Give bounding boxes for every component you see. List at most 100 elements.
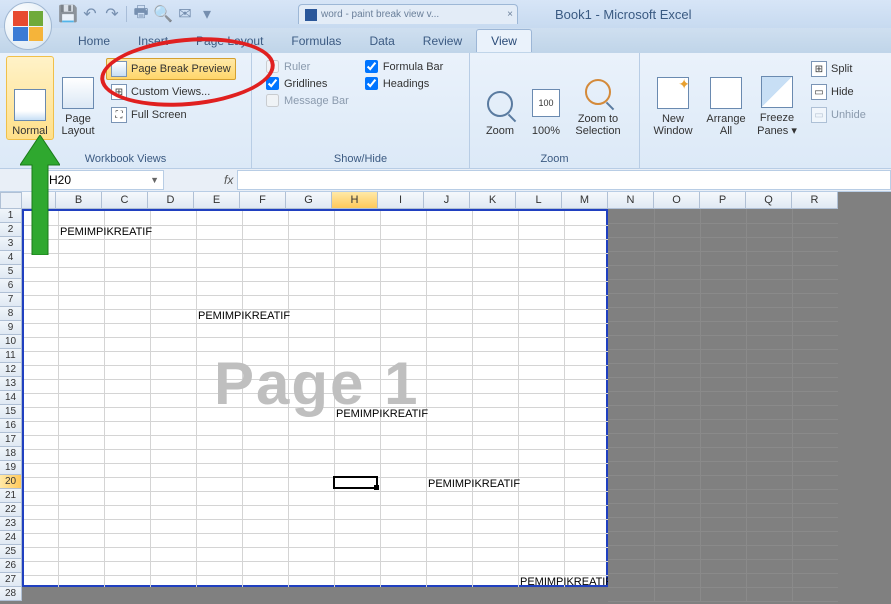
row-header-25[interactable]: 25 (0, 545, 22, 559)
grid-area[interactable]: Page 1PEMIMPIKREATIFPEMIMPIKREATIFPEMIMP… (22, 209, 838, 601)
active-cell[interactable] (333, 476, 378, 489)
row-header-9[interactable]: 9 (0, 321, 22, 335)
row-header-13[interactable]: 13 (0, 377, 22, 391)
row-headers: 1234567891011121314151617181920212223242… (0, 209, 22, 601)
qat-mail-icon[interactable]: ✉ (175, 4, 195, 24)
row-header-24[interactable]: 24 (0, 531, 22, 545)
tab-insert[interactable]: Insert (124, 30, 182, 52)
office-button[interactable] (4, 2, 52, 50)
col-header-D[interactable]: D (148, 192, 194, 209)
row-header-12[interactable]: 12 (0, 363, 22, 377)
zoom-to-selection-button[interactable]: Zoom to Selection (568, 56, 628, 140)
row-header-2[interactable]: 2 (0, 223, 22, 237)
custom-views-button[interactable]: ⊞ Custom Views... (106, 81, 236, 103)
col-header-C[interactable]: C (102, 192, 148, 209)
col-header-N[interactable]: N (608, 192, 654, 209)
qat-undo-icon[interactable]: ↶ (80, 4, 100, 24)
tab-page-layout[interactable]: Page Layout (182, 30, 277, 52)
page-break-preview-button[interactable]: Page Break Preview (106, 58, 236, 80)
formula-bar-checkbox[interactable]: Formula Bar (365, 60, 444, 73)
qat-preview-icon[interactable]: 🔍 (153, 4, 173, 24)
col-header-Q[interactable]: Q (746, 192, 792, 209)
col-header-H[interactable]: H (332, 192, 378, 209)
col-header-F[interactable]: F (240, 192, 286, 209)
row-header-28[interactable]: 28 (0, 587, 22, 601)
col-header-B[interactable]: B (56, 192, 102, 209)
qat-dropdown-icon[interactable]: ▾ (197, 4, 217, 24)
freeze-panes-icon (761, 76, 793, 108)
hide-button[interactable]: ▭Hide (806, 81, 871, 103)
cell-H15[interactable]: PEMIMPIKREATIF (336, 408, 428, 420)
close-icon[interactable]: × (507, 9, 513, 20)
col-header-J[interactable]: J (424, 192, 470, 209)
col-header-L[interactable]: L (516, 192, 562, 209)
fx-icon[interactable]: fx (224, 173, 233, 187)
zoom-sel-label: Zoom to Selection (573, 113, 623, 137)
split-icon: ⊞ (811, 61, 827, 77)
full-screen-button[interactable]: ⛶ Full Screen (106, 104, 236, 126)
background-tab-label: word - paint break view v... (321, 9, 439, 20)
split-button[interactable]: ⊞Split (806, 58, 871, 80)
row-header-26[interactable]: 26 (0, 559, 22, 573)
row-header-22[interactable]: 22 (0, 503, 22, 517)
select-all-corner[interactable] (0, 192, 22, 209)
qat-print-icon[interactable]: 🖶 (131, 4, 151, 24)
headings-checkbox[interactable]: Headings (365, 77, 444, 90)
ribbon: Normal Page Layout Page Break Preview ⊞ … (0, 52, 891, 168)
row-header-1[interactable]: 1 (0, 209, 22, 223)
name-box-value: H20 (49, 173, 71, 187)
tab-view[interactable]: View (476, 29, 532, 52)
arrange-all-button[interactable]: Arrange All (700, 56, 752, 140)
row-header-17[interactable]: 17 (0, 433, 22, 447)
qat-save-icon[interactable]: 💾 (58, 4, 78, 24)
zoom-100-button[interactable]: 100 100% (524, 56, 568, 140)
freeze-panes-button[interactable]: Freeze Panes ▾ (752, 56, 802, 140)
row-header-19[interactable]: 19 (0, 461, 22, 475)
background-window-tab[interactable]: word - paint break view v... × (298, 4, 518, 24)
row-header-27[interactable]: 27 (0, 573, 22, 587)
tab-formulas[interactable]: Formulas (277, 30, 355, 52)
row-header-5[interactable]: 5 (0, 265, 22, 279)
row-header-15[interactable]: 15 (0, 405, 22, 419)
col-header-A[interactable]: A (22, 192, 56, 209)
cell-B2[interactable]: PEMIMPIKREATIF (60, 226, 152, 238)
row-header-11[interactable]: 11 (0, 349, 22, 363)
zoom-button[interactable]: Zoom (476, 56, 524, 140)
row-header-20[interactable]: 20 (0, 475, 22, 489)
cell-J20[interactable]: PEMIMPIKREATIF (428, 478, 520, 490)
page-layout-button[interactable]: Page Layout (54, 56, 102, 140)
tab-data[interactable]: Data (355, 30, 408, 52)
formula-input[interactable] (237, 170, 891, 190)
col-header-I[interactable]: I (378, 192, 424, 209)
row-header-16[interactable]: 16 (0, 419, 22, 433)
row-header-18[interactable]: 18 (0, 447, 22, 461)
qat-redo-icon[interactable]: ↷ (102, 4, 122, 24)
tab-review[interactable]: Review (409, 30, 476, 52)
row-header-14[interactable]: 14 (0, 391, 22, 405)
col-header-G[interactable]: G (286, 192, 332, 209)
custom-views-icon: ⊞ (111, 84, 127, 100)
row-header-3[interactable]: 3 (0, 237, 22, 251)
row-header-7[interactable]: 7 (0, 293, 22, 307)
name-box-dropdown-icon[interactable]: ▼ (150, 175, 159, 185)
normal-view-button[interactable]: Normal (6, 56, 54, 140)
row-header-10[interactable]: 10 (0, 335, 22, 349)
col-header-M[interactable]: M (562, 192, 608, 209)
col-header-O[interactable]: O (654, 192, 700, 209)
col-header-R[interactable]: R (792, 192, 838, 209)
page-layout-icon (62, 77, 94, 109)
col-header-P[interactable]: P (700, 192, 746, 209)
name-box[interactable]: H20 ▼ (44, 170, 164, 190)
tab-home[interactable]: Home (64, 30, 124, 52)
cell-E8[interactable]: PEMIMPIKREATIF (198, 310, 290, 322)
row-header-23[interactable]: 23 (0, 517, 22, 531)
row-header-21[interactable]: 21 (0, 489, 22, 503)
row-header-6[interactable]: 6 (0, 279, 22, 293)
col-header-E[interactable]: E (194, 192, 240, 209)
row-header-8[interactable]: 8 (0, 307, 22, 321)
new-window-button[interactable]: ✦ New Window (646, 56, 700, 140)
row-header-4[interactable]: 4 (0, 251, 22, 265)
titlebar: 💾 ↶ ↷ 🖶 🔍 ✉ ▾ word - paint break view v.… (0, 0, 891, 28)
col-header-K[interactable]: K (470, 192, 516, 209)
gridlines-checkbox[interactable]: Gridlines (266, 77, 349, 90)
